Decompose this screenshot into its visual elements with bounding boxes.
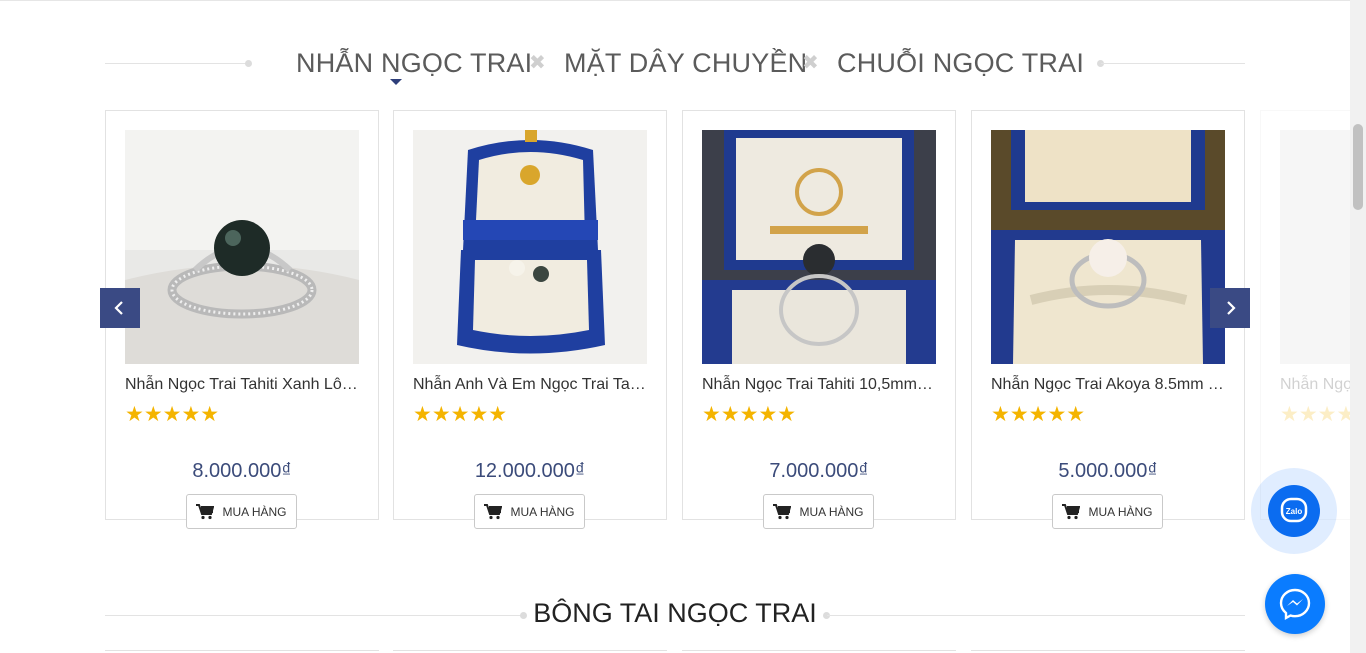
product-image[interactable]: [702, 130, 936, 364]
product-price: 12.000.000₫: [474, 460, 586, 482]
product-name[interactable]: Nhẫn Ngọc Trai Akoya 8.5mm Trắng: [991, 375, 1225, 395]
zalo-icon: Zalo: [1280, 497, 1308, 523]
earrings-section-heading: BÔNG TAI NGỌC TRAI: [105, 592, 1245, 636]
section-title: BÔNG TAI NGỌC TRAI: [533, 598, 817, 628]
rating-stars: ★★★★★: [413, 403, 508, 426]
heading-rule-left: [105, 63, 248, 64]
heading-rule-dot-left: [245, 60, 252, 67]
rating-stars: ★★★★★: [991, 403, 1086, 426]
product-image[interactable]: [991, 130, 1225, 364]
product-image[interactable]: [413, 130, 647, 364]
zalo-label: Zalo: [1286, 507, 1303, 516]
rating-stars: ★★★★★: [1280, 404, 1351, 426]
cart-icon: [773, 503, 792, 519]
messenger-chat-button[interactable]: [1265, 574, 1325, 634]
cart-icon: [1062, 503, 1081, 519]
zalo-button-circle[interactable]: Zalo: [1268, 485, 1320, 537]
buy-button[interactable]: MUA HÀNG: [763, 494, 874, 529]
page-scrollbar[interactable]: [1350, 0, 1366, 653]
heading-rule-right: [827, 615, 1245, 616]
product-card[interactable]: Nhẫn Ngọc Trai Tahiti Xanh Lông Công ★★★…: [105, 110, 379, 529]
tab-nhan-ngoc-trai[interactable]: NHẪN NGỌC TRAI: [296, 46, 532, 80]
buy-button-label: MUA HÀNG: [510, 504, 575, 519]
carousel-prev-button[interactable]: [100, 288, 140, 328]
tab-separator-icon: ✖: [802, 52, 819, 74]
top-divider: [0, 0, 1350, 1]
product-name[interactable]: Nhẫn Ngọc Trai Tahiti 10,5mm Đen: [702, 375, 936, 395]
buy-button-label: MUA HÀNG: [222, 504, 287, 519]
chevron-left-icon: [114, 301, 123, 315]
buy-button-label: MUA HÀNG: [799, 504, 864, 519]
cart-icon: [484, 503, 503, 519]
carousel-next-button[interactable]: [1210, 288, 1250, 328]
messenger-icon: [1279, 588, 1311, 621]
product-price: 8.000.000₫: [192, 460, 292, 482]
tab-mat-day-chuyen[interactable]: MẶT DÂY CHUYỀN: [564, 46, 807, 80]
product-name[interactable]: Nhẫn Anh Và Em Ngọc Trai Tahiti: [413, 375, 647, 395]
product-name[interactable]: Nhẫn Ngọc Trai Tahiti Xanh Lông Công: [125, 375, 359, 395]
rating-stars: ★★★★★: [125, 403, 220, 426]
buy-button[interactable]: MUA HÀNG: [186, 494, 297, 529]
zalo-chat-button[interactable]: Zalo: [1251, 468, 1337, 554]
product-card[interactable]: Nhẫn Ngọc Trai Akoya 8.5mm Trắng ★★★★★ 5…: [971, 110, 1245, 529]
product-image[interactable]: [125, 130, 359, 364]
product-price: 7.000.000₫: [769, 460, 869, 482]
buy-button[interactable]: MUA HÀNG: [1052, 494, 1163, 529]
product-price: 5.000.000₫: [1058, 460, 1158, 482]
product-name[interactable]: Nhẫn Ngọc: [1280, 375, 1351, 395]
buy-button[interactable]: MUA HÀNG: [474, 494, 585, 529]
tab-chuoi-ngoc-trai[interactable]: CHUỖI NGỌC TRAI: [837, 46, 1084, 80]
product-card-partial[interactable]: Nhẫn Ngọc ★★★★★: [1260, 110, 1351, 520]
heading-rule-right: [1101, 63, 1245, 64]
product-card[interactable]: Nhẫn Anh Và Em Ngọc Trai Tahiti ★★★★★ 12…: [393, 110, 667, 529]
product-image[interactable]: [1280, 130, 1351, 364]
active-tab-indicator: [390, 79, 402, 85]
product-card[interactable]: Nhẫn Ngọc Trai Tahiti 10,5mm Đen ★★★★★ 7…: [682, 110, 956, 529]
category-tabs: NHẪN NGỌC TRAI ✖ MẶT DÂY CHUYỀN ✖ CHUỖI …: [105, 40, 1245, 88]
tab-separator-icon: ✖: [529, 52, 546, 74]
rating-stars: ★★★★★: [702, 403, 797, 426]
chevron-right-icon: [1227, 301, 1236, 315]
buy-button-label: MUA HÀNG: [1088, 504, 1153, 519]
cart-icon: [196, 503, 215, 519]
scrollbar-thumb[interactable]: [1353, 124, 1363, 210]
